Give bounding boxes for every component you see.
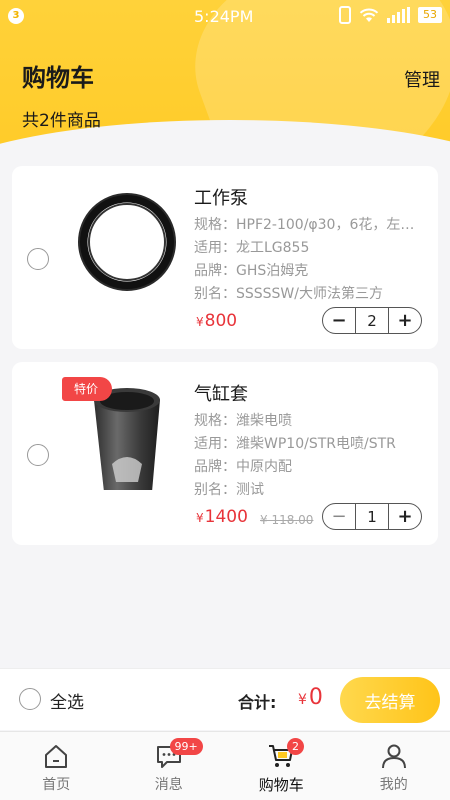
total-label: 合计: [238, 693, 277, 712]
tab-label: 购物车 [258, 776, 304, 794]
product-specs: 规格：潍柴电喷 适用：潍柴WP10/STR电喷/STR 品牌：中原内配 别名：测… [194, 410, 430, 502]
currency-symbol: ¥ [196, 315, 204, 329]
spec-line: 规格：潍柴电喷 [194, 413, 292, 429]
alias-line: 别名：SSSSSW/大师法第三方 [194, 286, 383, 302]
product-price: ¥800 [196, 311, 237, 331]
quantity-value[interactable]: 1 [355, 504, 389, 529]
select-all-label[interactable]: 全选 [50, 688, 84, 713]
tab-label: 消息 [154, 777, 183, 793]
spec-line: 规格：HPF2-100/φ30，6花，左… [194, 217, 415, 233]
cart-count-badge: 2 [287, 738, 304, 755]
status-time: 5:24PM [194, 7, 254, 26]
home-icon [45, 745, 68, 768]
quantity-value[interactable]: 2 [355, 308, 389, 333]
status-icons: 53 [339, 6, 442, 24]
product-name[interactable]: 气缸套 [194, 380, 248, 406]
currency-symbol: ¥ [196, 511, 204, 525]
price-value: 1400 [204, 507, 248, 527]
tab-messages[interactable]: 99+ 消息 [113, 732, 226, 800]
signal-icon [387, 7, 410, 23]
cart-item: 特价 气缸套 规格：潍柴电喷 适用：潍柴WP10/STR电喷/STR 品牌：中原… [12, 362, 438, 545]
brand-line: 品牌：GHS泊姆克 [194, 263, 309, 279]
item-select-radio[interactable] [27, 248, 49, 270]
checkout-bar: 全选 合计: ¥0 去结算 [0, 668, 450, 730]
message-count-badge: 99+ [169, 738, 203, 755]
alias-line: 别名：测试 [194, 482, 264, 498]
special-offer-tag: 特价 [62, 377, 113, 401]
tab-bar: 首页 99+ 消息 2 购物车 我的 [0, 731, 450, 800]
price-value: 800 [204, 311, 238, 331]
status-bar: 3 5:24PM 53 [0, 0, 450, 32]
tab-cart[interactable]: 2 购物车 [225, 732, 338, 800]
tab-profile[interactable]: 我的 [338, 732, 450, 800]
profile-icon [381, 744, 406, 769]
checkout-button[interactable]: 去结算 [340, 677, 440, 723]
total-amount: ¥0 [298, 685, 323, 710]
notification-count-badge: 3 [8, 8, 24, 24]
product-specs: 规格：HPF2-100/φ30，6花，左… 适用：龙工LG855 品牌：GHS泊… [194, 214, 430, 306]
increase-button[interactable]: + [389, 308, 421, 333]
total-value: 0 [308, 685, 323, 710]
decrease-button[interactable]: − [323, 308, 355, 333]
brand-line: 品牌：中原内配 [194, 459, 292, 475]
product-price: ¥1400 [196, 507, 248, 527]
fit-line: 适用：龙工LG855 [194, 240, 310, 256]
item-count-label: 共2件商品 [22, 111, 101, 131]
quantity-stepper: − 2 + [322, 307, 422, 334]
currency-symbol: ¥ [298, 692, 307, 708]
manage-button[interactable]: 管理 [404, 66, 440, 92]
tab-label: 首页 [42, 777, 71, 793]
decrease-button[interactable]: − [323, 504, 355, 529]
item-select-radio[interactable] [27, 444, 49, 466]
cart-item: 工作泵 规格：HPF2-100/φ30，6花，左… 适用：龙工LG855 品牌：… [12, 166, 438, 349]
wifi-icon [359, 7, 379, 23]
page-title: 购物车 [22, 64, 94, 92]
quantity-stepper: − 1 + [322, 503, 422, 530]
product-image[interactable] [72, 184, 182, 294]
vibrate-icon [339, 6, 351, 24]
battery-icon: 53 [418, 7, 442, 23]
fit-line: 适用：潍柴WP10/STR电喷/STR [194, 436, 396, 452]
tab-label: 我的 [379, 777, 408, 793]
original-price: ¥ 118.00 [260, 513, 314, 527]
increase-button[interactable]: + [389, 504, 421, 529]
tab-home[interactable]: 首页 [0, 732, 113, 800]
product-name[interactable]: 工作泵 [194, 184, 248, 210]
select-all-radio[interactable] [19, 688, 41, 710]
